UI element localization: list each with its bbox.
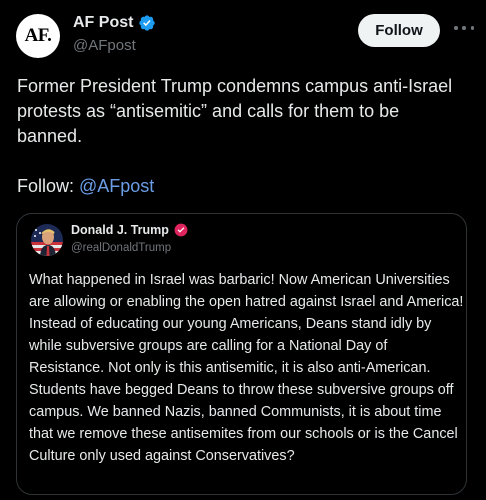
truth-verified-badge-icon [174, 223, 188, 237]
avatar[interactable]: AF. [16, 14, 60, 58]
more-dot [462, 26, 466, 30]
quoted-post[interactable]: Donald J. Trump @realDonaldTrump What ha… [16, 213, 467, 495]
quoted-avatar[interactable] [31, 224, 63, 256]
quoted-avatar-image [31, 224, 63, 256]
author-handle[interactable]: @AFpost [73, 37, 136, 54]
quoted-handle[interactable]: @realDonaldTrump [71, 242, 171, 254]
verified-badge-icon [139, 15, 156, 31]
more-dot [470, 26, 474, 30]
quoted-name-row: Donald J. Trump [71, 223, 188, 237]
author-name-row: AF Post [73, 14, 156, 32]
follow-line: Follow: @AFpost [17, 176, 154, 197]
avatar-text: AF. [24, 25, 52, 46]
quoted-text: What happened in Israel was barbaric! No… [29, 272, 464, 464]
quoted-display-name[interactable]: Donald J. Trump [71, 223, 169, 237]
follow-button[interactable]: Follow [358, 14, 440, 47]
more-dot [454, 26, 458, 30]
post-page: AF. AF Post @AFpost Follow Former Presid… [0, 0, 486, 500]
follow-link[interactable]: @AFpost [79, 176, 154, 196]
more-options-icon[interactable] [454, 21, 474, 35]
author-display-name[interactable]: AF Post [73, 14, 133, 32]
post-header: AF. AF Post @AFpost Follow [16, 10, 474, 58]
follow-prefix: Follow: [17, 176, 80, 196]
post-text: Former President Trump condemns campus a… [17, 76, 453, 146]
